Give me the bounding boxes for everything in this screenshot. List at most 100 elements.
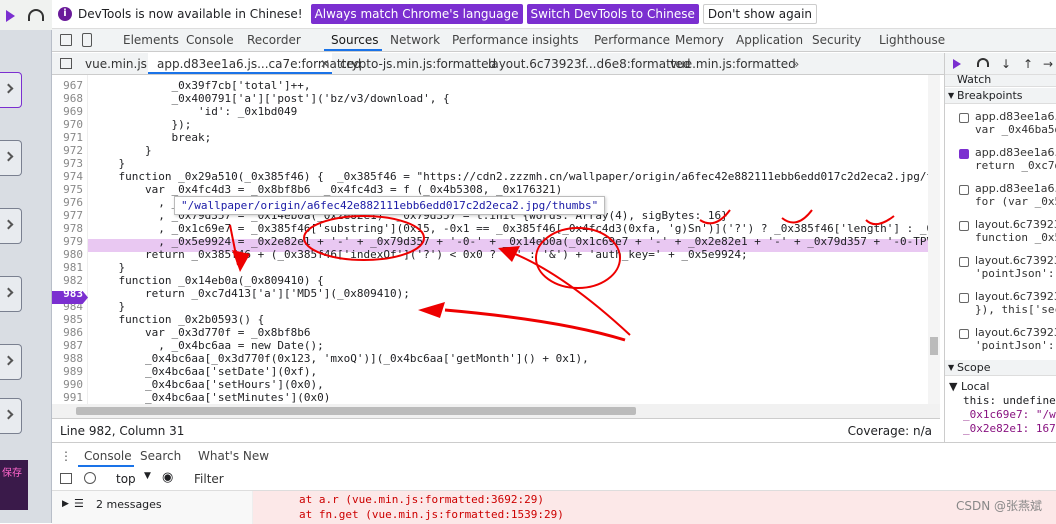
stack-frame-1[interactable]: at a.r (vue.min.js:formatted:3692:29)	[299, 493, 544, 506]
file-tab-vue-formatted[interactable]: vue.min.js:formatted	[670, 57, 796, 71]
clear-console-icon[interactable]	[84, 472, 96, 484]
scope-var-1c69e7[interactable]: _0x1c69e7: "/wal	[963, 408, 1056, 421]
line-number[interactable]: 985	[63, 313, 83, 326]
line-number[interactable]: 988	[63, 352, 83, 365]
save-badge[interactable]: 保存	[0, 460, 28, 510]
side-nav-button-6[interactable]	[0, 398, 22, 434]
vertical-scrollbar[interactable]	[928, 75, 940, 405]
tab-elements[interactable]: Elements	[123, 33, 179, 47]
line-number-gutter[interactable]: 967 968 969 970 971 972 973 974 975 976 977 978 979 9…	[52, 75, 88, 405]
breakpoint-checkbox[interactable]	[959, 221, 969, 231]
tab-sources[interactable]: Sources	[331, 33, 378, 47]
file-tab-crypto-js[interactable]: crypto-js.min.js:formatted	[340, 57, 496, 71]
drawer-tab-search[interactable]: Search	[140, 449, 181, 463]
always-match-language-button[interactable]: Always match Chrome's language	[310, 4, 523, 24]
local-scope-header[interactable]: ▼ Local	[949, 380, 989, 393]
scope-header[interactable]: ▼ Scope	[945, 360, 1056, 376]
dont-show-again-button[interactable]: Don't show again	[702, 4, 818, 24]
breakpoint-checkbox[interactable]	[959, 257, 969, 267]
line-number[interactable]: 989	[63, 365, 83, 378]
device-toolbar-icon[interactable]	[82, 33, 92, 47]
tab-console[interactable]: Console	[186, 33, 234, 47]
step-icon[interactable]: →	[1043, 57, 1053, 71]
expand-arrow-icon[interactable]: ▶	[62, 499, 69, 509]
tab-network[interactable]: Network	[390, 33, 440, 47]
line-number[interactable]: 987	[63, 339, 83, 352]
breakpoint-item[interactable]: layout.6c73923f.js'pointJson': _	[945, 325, 1056, 359]
drawer-tab-whats-new[interactable]: What's New	[198, 449, 269, 463]
step-out-icon[interactable]: ↑	[1023, 57, 1033, 71]
step-into-icon[interactable]: ↓	[1001, 57, 1011, 71]
resume-icon[interactable]	[6, 10, 15, 22]
file-tab-layout[interactable]: layout.6c73923f...d6e8:formatted	[488, 57, 691, 71]
stack-frame-2[interactable]: at fn.get (vue.min.js:formatted:1539:29)	[299, 508, 564, 521]
breakpoints-header[interactable]: ▼ Breakpoints	[945, 88, 1056, 104]
line-number[interactable]: 973	[63, 157, 83, 170]
line-number[interactable]: 977	[63, 209, 83, 222]
breakpoint-checkbox[interactable]	[959, 329, 969, 339]
line-number[interactable]: 970	[63, 118, 83, 131]
breakpoint-checkbox[interactable]	[959, 149, 969, 159]
side-nav-button-1[interactable]	[0, 72, 22, 108]
horizontal-scrollbar[interactable]	[52, 404, 940, 418]
switch-to-chinese-button[interactable]: Switch DevTools to Chinese	[526, 4, 699, 24]
line-number[interactable]: 975	[63, 183, 83, 196]
scope-var-this[interactable]: this: undefined	[963, 394, 1056, 407]
breakpoint-item[interactable]: app.d83ee1a6.js?_for (var _0x5	[945, 181, 1056, 215]
breakpoint-item[interactable]: layout.6c73923f.js}), this['secr	[945, 289, 1056, 323]
side-nav-button-2[interactable]	[0, 140, 22, 176]
side-nav-button-5[interactable]	[0, 344, 22, 380]
line-number[interactable]: 969	[63, 105, 83, 118]
tab-application[interactable]: Application	[736, 33, 803, 47]
file-tab-app-formatted[interactable]: app.d83ee1a6.js...ca7e:formatted	[157, 57, 361, 71]
eye-icon[interactable]: ◉	[162, 470, 173, 485]
hscroll-thumb[interactable]	[76, 407, 636, 415]
side-nav-button-4[interactable]	[0, 276, 22, 312]
vscroll-thumb[interactable]	[930, 337, 938, 355]
drawer-menu-icon[interactable]: ⋮	[60, 449, 72, 463]
tab-security[interactable]: Security	[812, 33, 861, 47]
breakpoint-item[interactable]: layout.6c73923f.js'pointJson': t	[945, 253, 1056, 287]
line-number[interactable]: 968	[63, 92, 83, 105]
line-number[interactable]: 976	[63, 196, 83, 209]
side-nav-button-3[interactable]	[0, 208, 22, 244]
watch-header[interactable]: Watch	[945, 74, 1056, 87]
breakpoint-item[interactable]: app.d83ee1a6.js?_return _0xc7d4	[945, 145, 1056, 179]
tab-memory[interactable]: Memory	[675, 33, 724, 47]
inspect-element-icon[interactable]	[60, 34, 72, 46]
file-tab-vue-min[interactable]: vue.min.js	[85, 57, 147, 71]
tab-lighthouse[interactable]: Lighthouse	[879, 33, 945, 47]
line-number[interactable]: 971	[63, 131, 83, 144]
close-tab-icon[interactable]: ✕	[320, 57, 330, 71]
breakpoint-checkbox[interactable]	[959, 113, 969, 123]
line-number[interactable]: 981	[63, 261, 83, 274]
line-number[interactable]: 979	[63, 235, 83, 248]
step-over-icon[interactable]	[28, 9, 44, 21]
breakpoint-item[interactable]: layout.6c73923f.jsfunction _0x5b	[945, 217, 1056, 251]
line-number[interactable]: 972	[63, 144, 83, 157]
context-selector[interactable]: top	[116, 472, 136, 486]
line-number[interactable]: 974	[63, 170, 83, 183]
line-number[interactable]: 986	[63, 326, 83, 339]
resume-icon[interactable]	[953, 59, 961, 69]
breakpoint-checkbox[interactable]	[959, 293, 969, 303]
breakpoint-checkbox[interactable]	[959, 185, 969, 195]
messages-count[interactable]: 2 messages	[96, 498, 162, 511]
console-filter-input[interactable]: Filter	[194, 472, 224, 486]
scope-var-2e82e1[interactable]: _0x2e82e1: 1673	[963, 422, 1056, 435]
tab-recorder[interactable]: Recorder	[247, 33, 301, 47]
sidebar-toggle-icon[interactable]	[60, 473, 72, 484]
step-over-icon[interactable]	[977, 58, 989, 67]
tab-performance-insights[interactable]: Performance insights	[452, 33, 579, 47]
drawer-tab-console[interactable]: Console	[84, 449, 132, 463]
line-number[interactable]: 980	[63, 248, 83, 261]
code-editor[interactable]: 967 968 969 970 971 972 973 974 975 976 977 978 979 9…	[52, 75, 940, 405]
breakpoint-item[interactable]: app.d83ee1a6.js?_var _0x46ba5d	[945, 109, 1056, 143]
line-number[interactable]: 978	[63, 222, 83, 235]
more-tabs-icon[interactable]: »	[792, 57, 799, 71]
line-number[interactable]: 990	[63, 378, 83, 391]
line-number[interactable]: 983	[63, 287, 83, 300]
line-number[interactable]: 982	[63, 274, 83, 287]
tab-performance[interactable]: Performance	[594, 33, 670, 47]
line-number[interactable]: 991	[63, 391, 83, 404]
